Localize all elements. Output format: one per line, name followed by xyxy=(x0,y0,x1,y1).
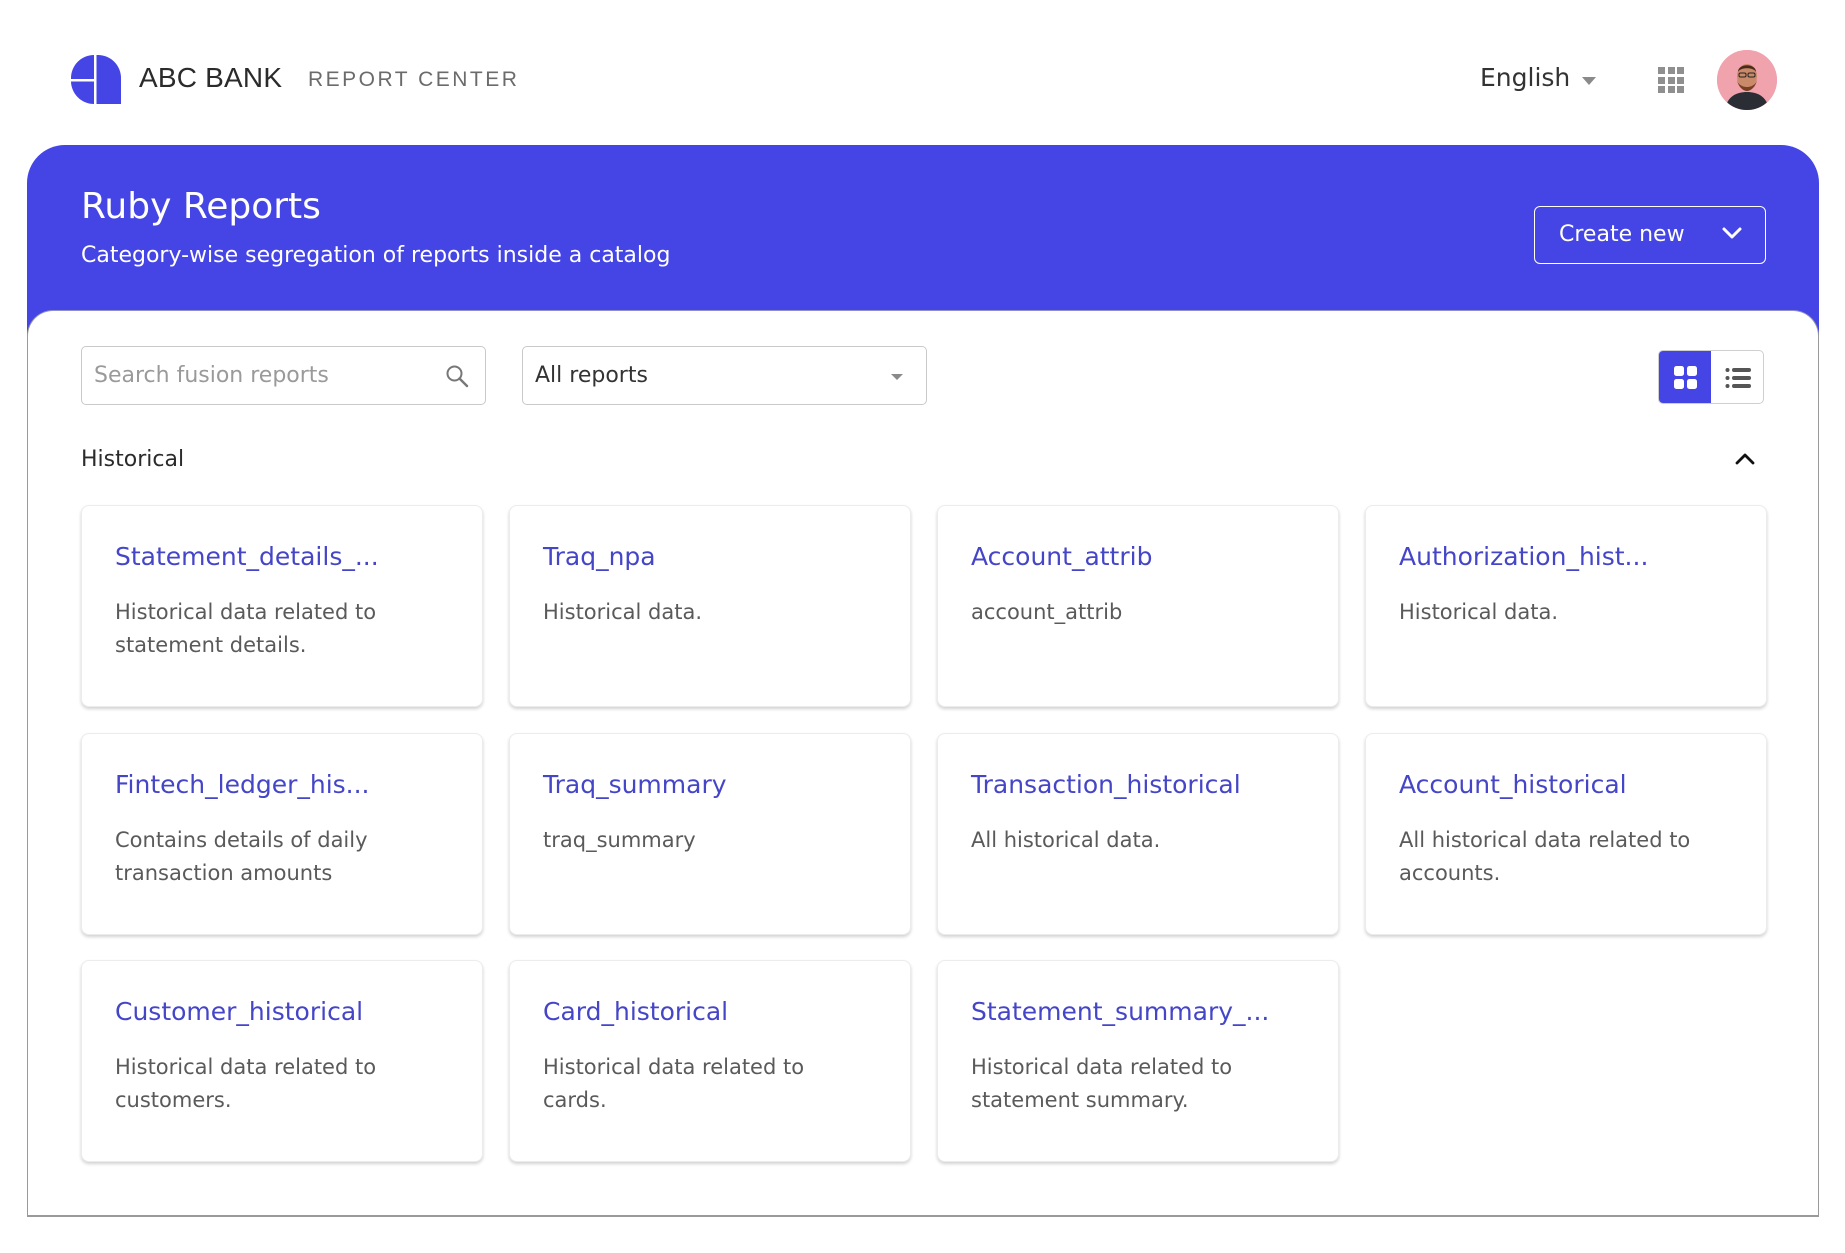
create-new-button[interactable]: Create new xyxy=(1534,206,1766,264)
chevron-down-icon xyxy=(1722,227,1742,239)
report-card[interactable]: Traq_npa Historical data. xyxy=(509,505,911,707)
search-box[interactable] xyxy=(81,346,486,405)
brand-name: ABC BANK xyxy=(139,62,283,93)
section-title-historical: Historical xyxy=(81,447,185,472)
language-selector[interactable]: English xyxy=(1480,63,1570,92)
report-card-title[interactable]: Authorization_hist... xyxy=(1399,542,1648,571)
list-view-icon xyxy=(1725,368,1751,388)
report-card-title[interactable]: Customer_historical xyxy=(115,997,363,1026)
report-card-title[interactable]: Fintech_ledger_his... xyxy=(115,770,370,799)
report-card[interactable]: Transaction_historical All historical da… xyxy=(937,733,1339,935)
list-view-button[interactable] xyxy=(1711,351,1763,403)
report-card-description: Historical data related to statement sum… xyxy=(971,1055,1233,1112)
report-card-description: Contains details of daily transaction am… xyxy=(115,828,368,885)
caret-down-icon[interactable] xyxy=(1582,77,1596,85)
report-card-description: Historical data. xyxy=(1399,600,1559,624)
report-card[interactable]: Account_attrib account_attrib xyxy=(937,505,1339,707)
report-card-title[interactable]: Account_historical xyxy=(1399,770,1627,799)
report-filter-dropdown[interactable]: All reports xyxy=(522,346,927,405)
report-card-description: Historical data related to cards. xyxy=(543,1055,805,1112)
report-card[interactable]: Card_historical Historical data related … xyxy=(509,960,911,1162)
report-filter-value: All reports xyxy=(535,363,648,388)
report-card[interactable]: Statement_details_... Historical data re… xyxy=(81,505,483,707)
report-card-title[interactable]: Account_attrib xyxy=(971,542,1152,571)
search-input[interactable] xyxy=(94,347,424,403)
report-card-description: Historical data. xyxy=(543,600,703,624)
apps-grid-icon[interactable] xyxy=(1658,67,1684,93)
report-card[interactable]: Authorization_hist... Historical data. xyxy=(1365,505,1767,707)
report-card-title[interactable]: Transaction_historical xyxy=(971,770,1241,799)
avatar-photo-icon xyxy=(1717,50,1777,110)
report-card-description: account_attrib xyxy=(971,600,1123,624)
report-card-description: Historical data related to customers. xyxy=(115,1055,377,1112)
grid-view-button[interactable] xyxy=(1659,351,1711,403)
view-toggle xyxy=(1658,350,1764,404)
report-card-title[interactable]: Card_historical xyxy=(543,997,728,1026)
report-card-title[interactable]: Statement_summary_... xyxy=(971,997,1269,1026)
report-card[interactable]: Customer_historical Historical data rela… xyxy=(81,960,483,1162)
report-card[interactable]: Account_historical All historical data r… xyxy=(1365,733,1767,935)
report-card[interactable]: Statement_summary_... Historical data re… xyxy=(937,960,1339,1162)
page-subtitle: Category-wise segregation of reports ins… xyxy=(81,243,671,268)
report-card[interactable]: Fintech_ledger_his... Contains details o… xyxy=(81,733,483,935)
product-name: REPORT CENTER xyxy=(308,68,520,91)
grid-view-icon xyxy=(1674,366,1697,389)
report-card-description: Historical data related to statement det… xyxy=(115,600,377,657)
page-title: Ruby Reports xyxy=(81,186,321,227)
report-card[interactable]: Traq_summary traq_summary xyxy=(509,733,911,935)
create-new-label: Create new xyxy=(1559,222,1685,247)
report-card-description: All historical data related to accounts. xyxy=(1399,828,1691,885)
user-avatar[interactable] xyxy=(1717,50,1777,110)
caret-down-icon xyxy=(891,374,903,380)
chevron-up-icon[interactable] xyxy=(1733,450,1757,466)
report-card-title[interactable]: Traq_summary xyxy=(543,770,727,799)
report-card-title[interactable]: Statement_details_... xyxy=(115,542,379,571)
report-card-title[interactable]: Traq_npa xyxy=(543,542,656,571)
report-card-description: All historical data. xyxy=(971,828,1161,852)
search-icon[interactable] xyxy=(445,364,469,388)
top-bar: ABC BANK REPORT CENTER English xyxy=(0,0,1845,145)
report-card-description: traq_summary xyxy=(543,828,696,852)
abc-bank-logo[interactable] xyxy=(71,55,121,104)
